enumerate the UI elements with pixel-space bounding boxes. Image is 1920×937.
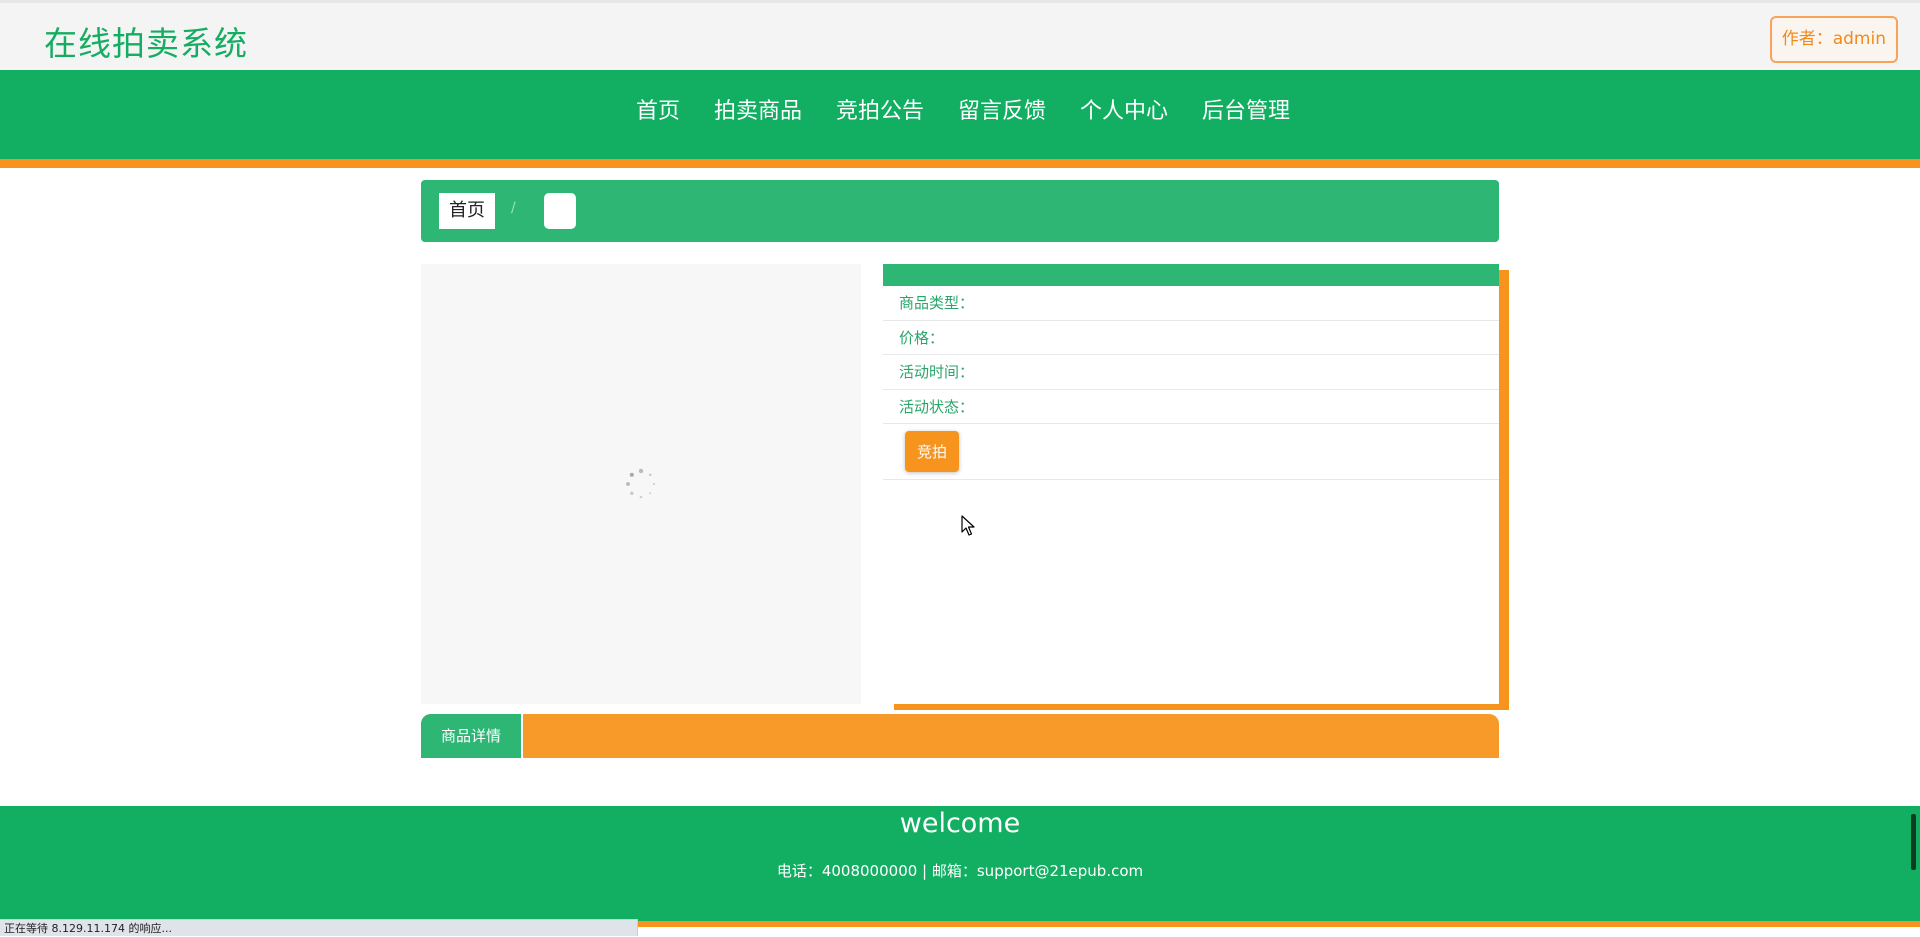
- nav-items: 首页 拍卖商品 竞拍公告 留言反馈 个人中心 后台管理: [0, 70, 1920, 154]
- main-nav: 首页 拍卖商品 竞拍公告 留言反馈 个人中心 后台管理: [0, 70, 1920, 159]
- field-activity-time: 活动时间：: [883, 355, 1499, 390]
- detail-tab-bar: 商品详情: [421, 714, 1499, 758]
- field-label: 商品类型：: [899, 294, 975, 312]
- field-product-type: 商品类型：: [883, 286, 1499, 321]
- author-badge[interactable]: 作者：admin: [1769, 16, 1898, 63]
- field-activity-status: 活动状态：: [883, 390, 1499, 424]
- footer: welcome 电话：4008000000 | 邮箱：support@21epu…: [0, 806, 1920, 921]
- bid-row: 竞拍: [883, 424, 1499, 480]
- field-label: 活动状态：: [899, 397, 975, 416]
- breadcrumb: 首页 /: [421, 180, 1499, 242]
- nav-item-bid-notices[interactable]: 竞拍公告: [836, 70, 924, 154]
- tab-product-details[interactable]: 商品详情: [421, 714, 523, 758]
- bid-button[interactable]: 竞拍: [905, 431, 959, 472]
- product-info-panel: 商品类型： 价格： 活动时间： 活动状态： 竞拍: [883, 264, 1499, 704]
- site-title[interactable]: 在线拍卖系统: [44, 17, 248, 65]
- field-price: 价格：: [883, 321, 1499, 355]
- nav-item-personal-center[interactable]: 个人中心: [1080, 70, 1168, 154]
- loading-spinner-icon: [626, 468, 656, 499]
- nav-item-feedback[interactable]: 留言反馈: [958, 70, 1046, 154]
- nav-stripe: [0, 159, 1920, 168]
- top-header: 在线拍卖系统 作者：admin: [0, 0, 1920, 70]
- footer-welcome: welcome: [899, 808, 1021, 839]
- breadcrumb-home[interactable]: 首页: [439, 193, 495, 229]
- scrollbar-thumb[interactable]: [1909, 812, 1918, 872]
- breadcrumb-current: [544, 193, 576, 229]
- nav-item-auction-products[interactable]: 拍卖商品: [714, 70, 802, 154]
- nav-item-home[interactable]: 首页: [636, 70, 680, 154]
- field-label: 活动时间：: [899, 363, 975, 381]
- browser-status-bar: 正在等待 8.129.11.174 的响应...: [0, 919, 638, 936]
- info-panel-header: [883, 264, 1499, 286]
- footer-contact: 电话：4008000000 | 邮箱：support@21epub.com: [776, 862, 1144, 880]
- product-image-panel: [421, 264, 861, 704]
- field-label: 价格：: [899, 328, 945, 347]
- mouse-cursor-icon: [961, 515, 975, 536]
- breadcrumb-separator: /: [511, 200, 516, 216]
- nav-item-admin[interactable]: 后台管理: [1202, 70, 1290, 154]
